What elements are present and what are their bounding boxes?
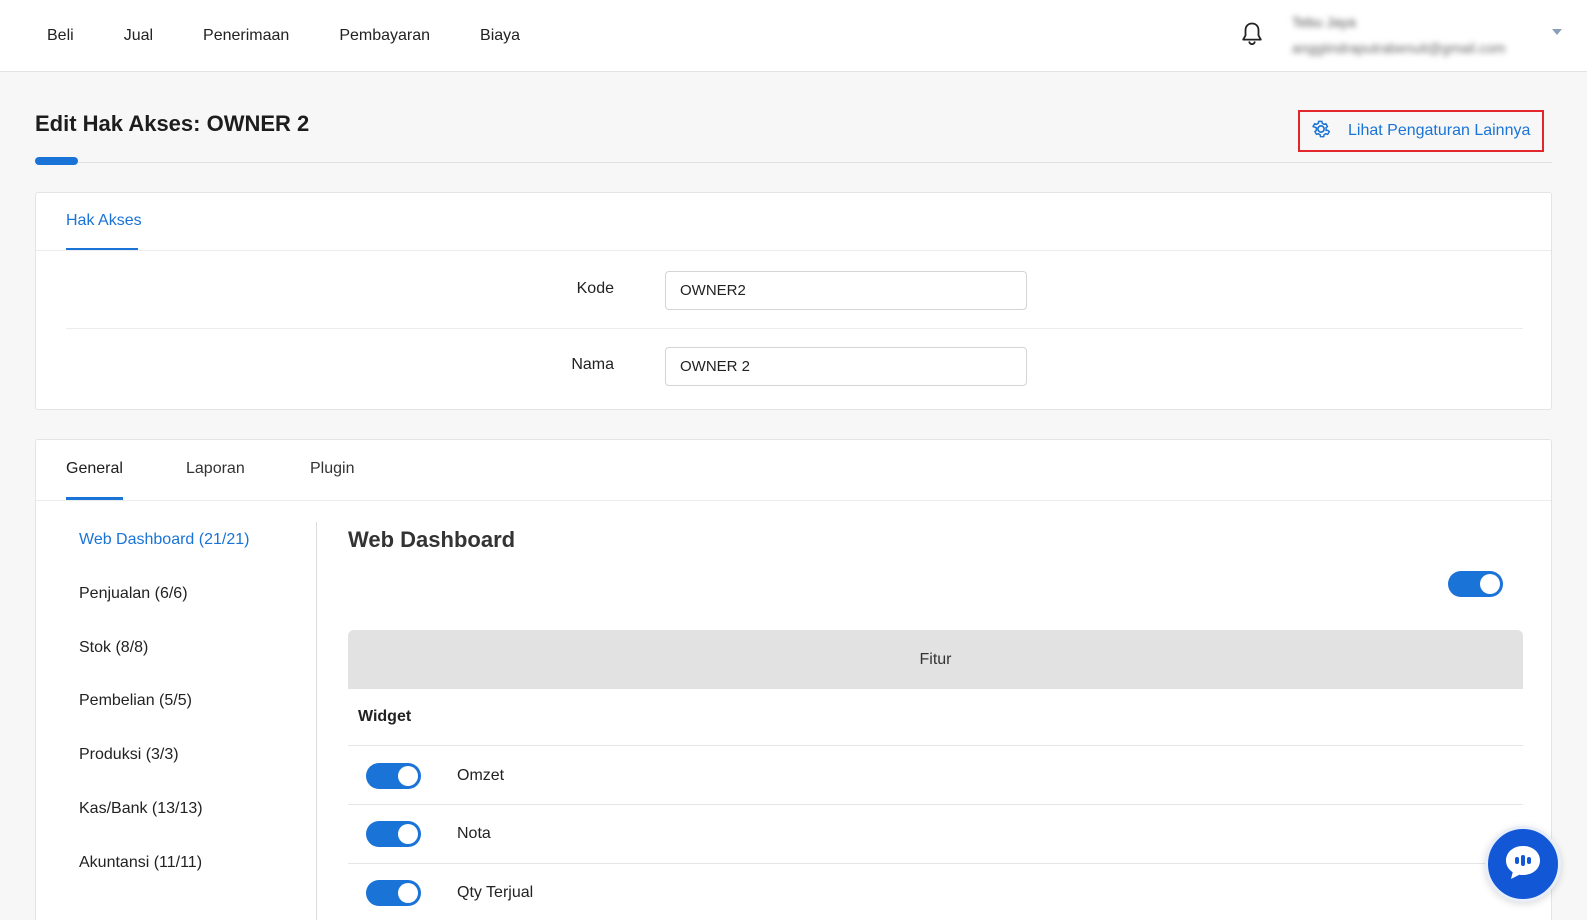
tab-hak-akses[interactable]: Hak Akses [66,212,142,230]
feature-label-qty-terjual: Qty Terjual [457,884,534,901]
tab-plugin[interactable]: Plugin [310,460,354,478]
nav-item-penerimaan[interactable]: Penerimaan [203,27,289,45]
nav-item-beli[interactable]: Beli [47,27,74,45]
row-divider [348,745,1523,746]
sidebar-item-web-dashboard[interactable]: Web Dashboard (21/21) [79,531,249,549]
kode-input[interactable] [665,271,1027,310]
nav-item-biaya[interactable]: Biaya [480,27,520,45]
other-settings-label: Lihat Pengaturan Lainnya [1348,122,1531,139]
access-card: Hak Akses Kode Nama [35,192,1552,410]
group-label-widget: Widget [358,708,412,725]
tab-active-indicator [66,497,123,500]
sidebar-item-stok[interactable]: Stok (8/8) [79,639,148,657]
title-accent-bar [35,157,78,165]
top-navbar: Beli Jual Penerimaan Pembayaran Biaya Te… [0,0,1587,72]
tab-laporan[interactable]: Laporan [186,460,245,478]
nama-input[interactable] [665,347,1027,386]
feature-table-header: Fitur [348,630,1523,689]
nav-item-jual[interactable]: Jual [124,27,153,45]
section-title: Web Dashboard [348,527,516,552]
nama-label: Nama [571,356,614,373]
bell-icon[interactable] [1240,21,1264,47]
other-settings-link[interactable]: Lihat Pengaturan Lainnya [1298,110,1544,152]
sidebar-item-kas-bank[interactable]: Kas/Bank (13/13) [79,800,203,818]
row-divider [348,863,1523,864]
row-divider [348,804,1523,805]
field-divider [66,328,1523,329]
tab-divider [36,500,1551,501]
sidebar-item-penjualan[interactable]: Penjualan (6/6) [79,585,188,603]
title-divider [35,162,1552,163]
sidebar-item-pembelian[interactable]: Pembelian (5/5) [79,692,192,710]
nav-item-pembayaran[interactable]: Pembayaran [339,27,430,45]
permissions-card: General Laporan Plugin Web Dashboard (21… [35,439,1552,920]
user-menu[interactable]: Tebu Jaya anggiindraputrabenuit@gmail.co… [1292,12,1542,60]
tab-general[interactable]: General [66,460,123,478]
toggle-nota[interactable] [366,821,421,847]
main-nav: Beli Jual Penerimaan Pembayaran Biaya [47,0,570,72]
feature-label-omzet: Omzet [457,767,505,784]
user-name: Tebu Jaya [1292,14,1356,30]
user-email: anggiindraputrabenuit@gmail.com [1292,40,1506,56]
kode-label: Kode [576,280,614,297]
tab-divider [36,250,1551,251]
chat-icon [1502,842,1544,887]
gear-icon [1310,118,1348,145]
toggle-omzet[interactable] [366,763,421,789]
toggle-qty-terjual[interactable] [366,880,421,906]
sidebar-item-akuntansi[interactable]: Akuntansi (11/11) [79,854,202,872]
tab-active-indicator [66,248,138,250]
master-toggle[interactable] [1448,571,1503,597]
chevron-down-icon[interactable] [1552,29,1562,35]
sidebar-item-produksi[interactable]: Produksi (3/3) [79,746,179,764]
chat-button[interactable] [1485,826,1561,902]
page-title: Edit Hak Akses: OWNER 2 [35,111,310,136]
feature-label-nota: Nota [457,825,491,842]
sidebar-divider [316,522,317,920]
